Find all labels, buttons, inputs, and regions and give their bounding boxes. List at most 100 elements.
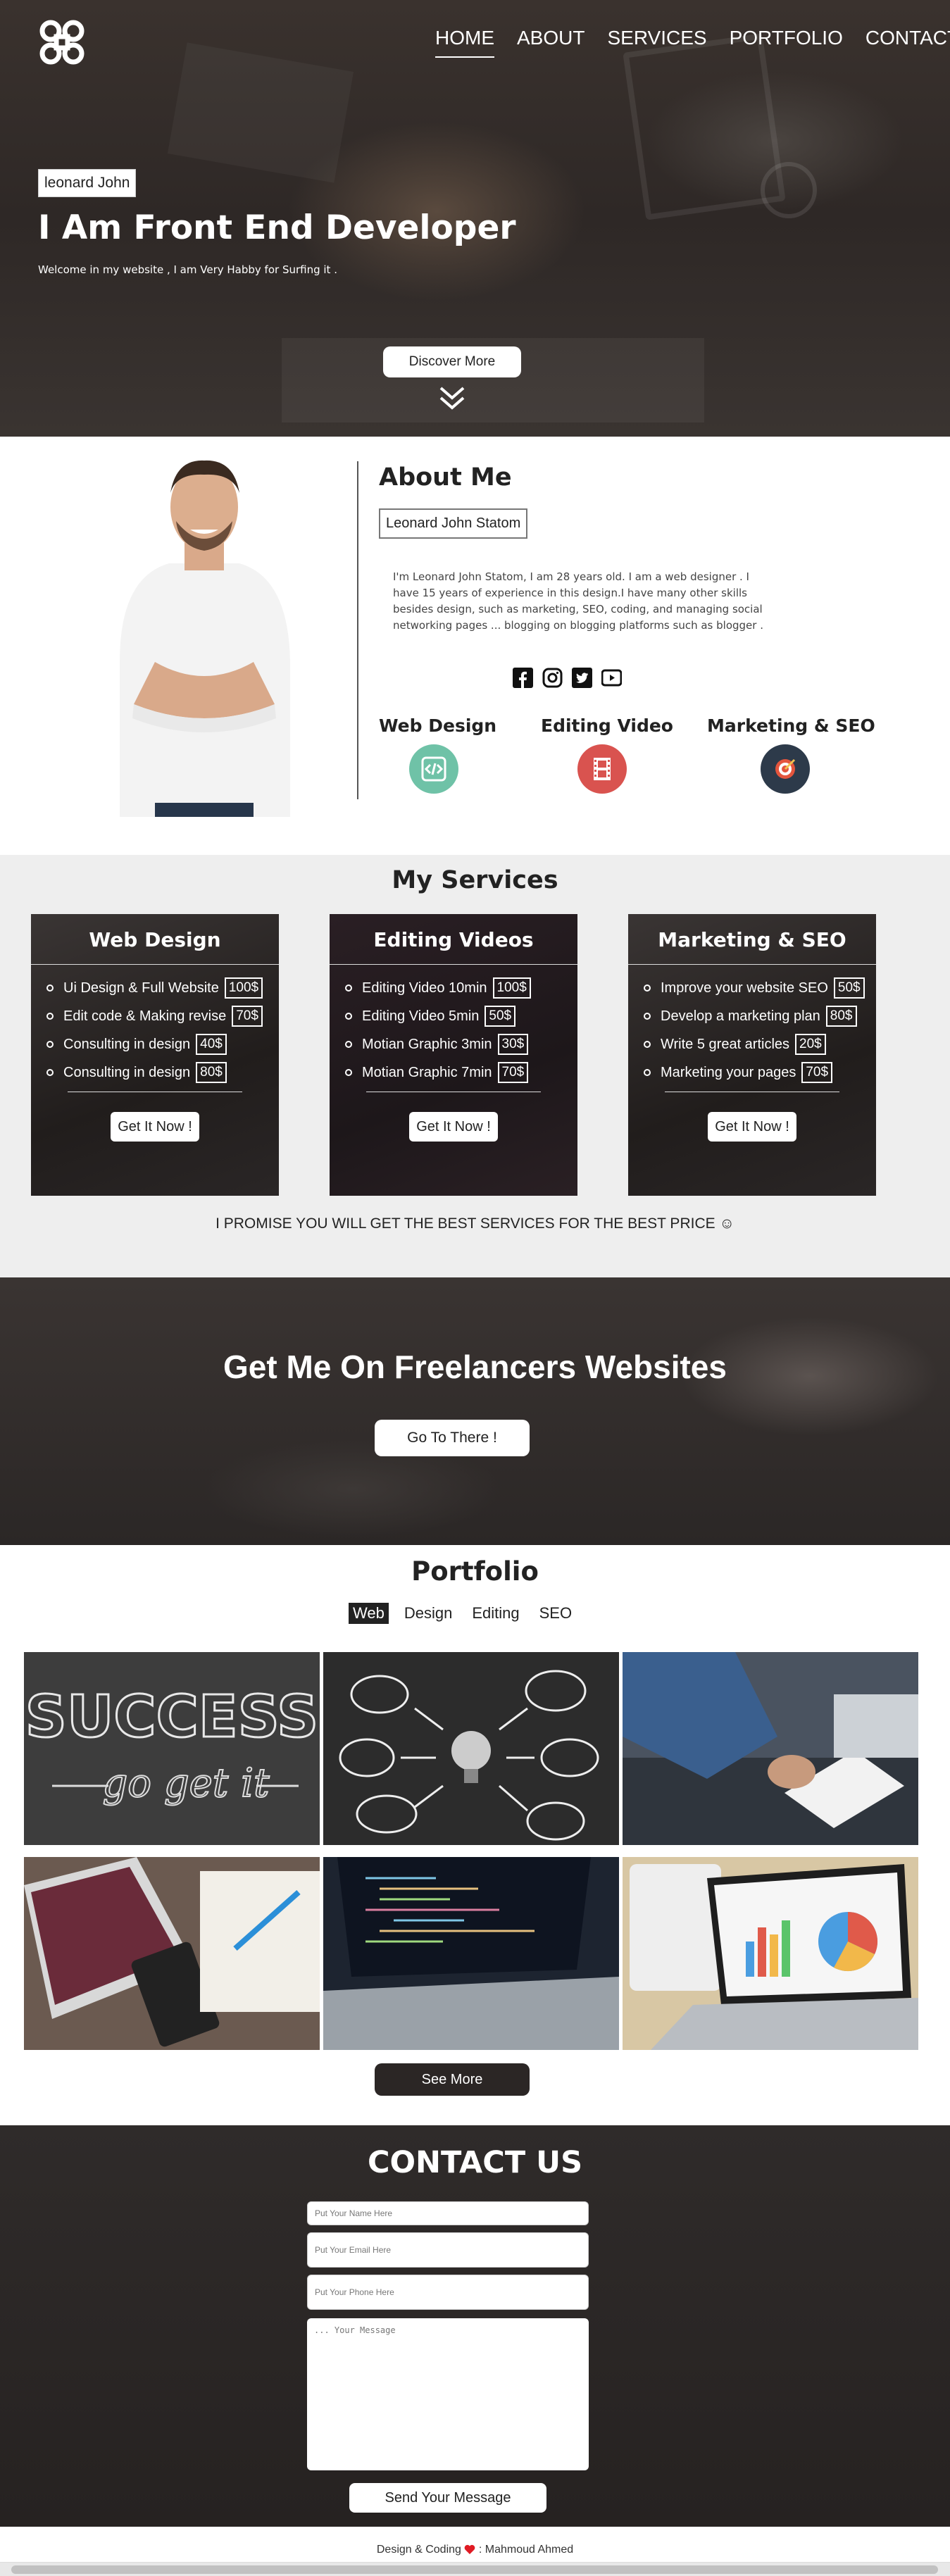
bullet-icon <box>644 984 651 992</box>
freelance-section: Get Me On Freelancers Websites Go To The… <box>0 1277 950 1545</box>
item-name: Develop a marketing plan <box>661 1008 820 1024</box>
price-badge: 50$ <box>485 1006 516 1027</box>
item-name: Ui Design & Full Website <box>63 980 219 996</box>
horizontal-scrollbar[interactable] <box>0 2562 950 2576</box>
discover-more-button[interactable]: Discover More <box>383 346 521 377</box>
list-item: Motian Graphic 3min 30$ <box>345 1034 577 1055</box>
list-item: Editing Video 5min 50$ <box>345 1006 577 1027</box>
hero-name-badge: leonard John <box>38 169 137 197</box>
hero-section: HOME ABOUT SERVICES PORTFOLIO CONTACT le… <box>0 0 950 437</box>
scrollbar-thumb[interactable] <box>11 2565 938 2574</box>
item-name: Edit code & Making revise <box>63 1008 227 1024</box>
see-more-button[interactable]: See More <box>375 2063 530 2096</box>
divider <box>31 964 279 965</box>
card-title: Web Design <box>89 928 221 951</box>
tab-seo[interactable]: SEO <box>535 1603 576 1624</box>
services-title: My Services <box>392 866 558 894</box>
footer-prefix: Design & Coding <box>376 2544 461 2556</box>
price-badge: 70$ <box>801 1062 833 1083</box>
name-input[interactable]: Put Your Name Here <box>307 2201 589 2225</box>
item-name: Motian Graphic 7min <box>362 1064 492 1080</box>
list-item: Develop a marketing plan 80$ <box>644 1006 876 1027</box>
tab-web[interactable]: Web <box>349 1603 389 1624</box>
service-list: Ui Design & Full Website 100$ Edit code &… <box>46 977 279 1083</box>
list-item: Consulting in design 80$ <box>46 1062 279 1083</box>
nav-about[interactable]: ABOUT <box>517 27 585 58</box>
price-badge: 20$ <box>795 1034 826 1055</box>
footer-credit: Design & Coding : Mahmoud Ahmed <box>0 2544 950 2556</box>
send-message-button[interactable]: Send Your Message <box>349 2483 546 2513</box>
bullet-icon <box>644 1013 651 1020</box>
list-item: Write 5 great articles 20$ <box>644 1034 876 1055</box>
get-it-now-button[interactable]: Get It Now ! <box>111 1112 199 1142</box>
contact-section: CONTACT US Put Your Name Here Put Your E… <box>0 2125 950 2527</box>
get-it-now-button[interactable]: Get It Now ! <box>409 1112 498 1142</box>
contact-title: CONTACT US <box>367 2145 583 2180</box>
instagram-icon[interactable] <box>542 668 563 688</box>
nav-contact[interactable]: CONTACT <box>865 27 950 58</box>
list-item: Ui Design & Full Website 100$ <box>46 977 279 999</box>
hero-title: I Am Front End Developer <box>38 208 516 247</box>
tab-design[interactable]: Design <box>400 1603 456 1624</box>
nav-home[interactable]: HOME <box>435 27 494 58</box>
heart-icon <box>465 2544 475 2554</box>
price-badge: 80$ <box>825 1006 857 1027</box>
bullet-icon <box>345 1013 352 1020</box>
nav-portfolio[interactable]: PORTFOLIO <box>730 27 843 58</box>
footer-suffix: : Mahmoud Ahmed <box>478 2544 574 2556</box>
divider <box>628 964 876 965</box>
bullet-icon <box>46 1013 54 1020</box>
about-heading: About Me <box>379 463 512 492</box>
card-title: Editing Videos <box>373 928 534 951</box>
youtube-icon[interactable] <box>601 668 623 688</box>
portfolio-title: Portfolio <box>411 1556 539 1587</box>
service-list: Editing Video 10min 100$ Editing Video 5m… <box>345 977 577 1083</box>
bullet-icon <box>46 1041 54 1048</box>
portfolio-image-laptop-phone[interactable] <box>24 1857 320 2050</box>
promise-text: I PROMISE YOU WILL GET THE BEST SERVICES… <box>215 1215 735 1232</box>
portfolio-image-tablet-chart[interactable] <box>623 1857 918 2050</box>
bullet-icon <box>644 1041 651 1048</box>
hero-background-decor <box>167 42 354 183</box>
go-to-there-button[interactable]: Go To There ! <box>375 1420 530 1456</box>
service-card-editing-videos: Editing Videos Editing Video 10min 100$ E… <box>330 914 577 1196</box>
item-name: Write 5 great articles <box>661 1036 790 1052</box>
message-textarea[interactable]: ... Your Message <box>307 2318 589 2470</box>
portfolio-image-code-laptop[interactable] <box>323 1857 619 2050</box>
about-bio: I'm Leonard John Statom, I am 28 years o… <box>393 570 763 632</box>
item-name: Improve your website SEO <box>661 980 828 996</box>
nav-services[interactable]: SERVICES <box>607 27 706 58</box>
double-chevron-down-icon[interactable] <box>437 384 468 412</box>
twitter-icon[interactable] <box>572 668 592 688</box>
portfolio-image-bulb-ideas[interactable] <box>323 1652 619 1845</box>
get-it-now-button[interactable]: Get It Now ! <box>708 1112 796 1142</box>
phone-input[interactable]: Put Your Phone Here <box>307 2275 589 2310</box>
list-item: Edit code & Making revise 70$ <box>46 1006 279 1027</box>
full-name-box: Leonard John Statom <box>379 508 528 539</box>
list-item: Motian Graphic 7min 70$ <box>345 1062 577 1083</box>
service-list: Improve your website SEO 50$ Develop a ma… <box>644 977 876 1083</box>
list-item: Improve your website SEO 50$ <box>644 977 876 999</box>
price-badge: 50$ <box>833 977 865 999</box>
freelance-title: Get Me On Freelancers Websites <box>223 1349 727 1385</box>
portfolio-section: Portfolio Web Design Editing SEO SUCCESS… <box>0 1545 950 2125</box>
divider <box>357 461 358 799</box>
hero-background-decor <box>761 162 817 218</box>
divider <box>330 964 577 965</box>
skill-marketing-seo: Marketing & SEO <box>707 715 875 794</box>
portfolio-tabs: Web Design Editing SEO <box>349 1603 576 1624</box>
portfolio-image-success-chalkboard[interactable]: SUCCESS go get it <box>24 1652 320 1845</box>
card-title: Marketing & SEO <box>658 928 846 951</box>
email-input[interactable]: Put Your Email Here <box>307 2232 589 2268</box>
portfolio-image-writing-desk[interactable] <box>623 1652 918 1845</box>
facebook-icon[interactable] <box>513 668 533 688</box>
item-name: Motian Graphic 3min <box>362 1036 492 1052</box>
price-badge: 70$ <box>497 1062 529 1083</box>
list-item: Consulting in design 40$ <box>46 1034 279 1055</box>
tab-editing[interactable]: Editing <box>468 1603 523 1624</box>
skill-label: Marketing & SEO <box>707 715 875 736</box>
about-section: About Me Leonard John Statom I'm Leonard… <box>0 437 950 855</box>
code-icon <box>409 744 458 794</box>
service-card-marketing-seo: Marketing & SEO Improve your website SEO… <box>628 914 876 1196</box>
logo-icon[interactable] <box>37 17 87 68</box>
